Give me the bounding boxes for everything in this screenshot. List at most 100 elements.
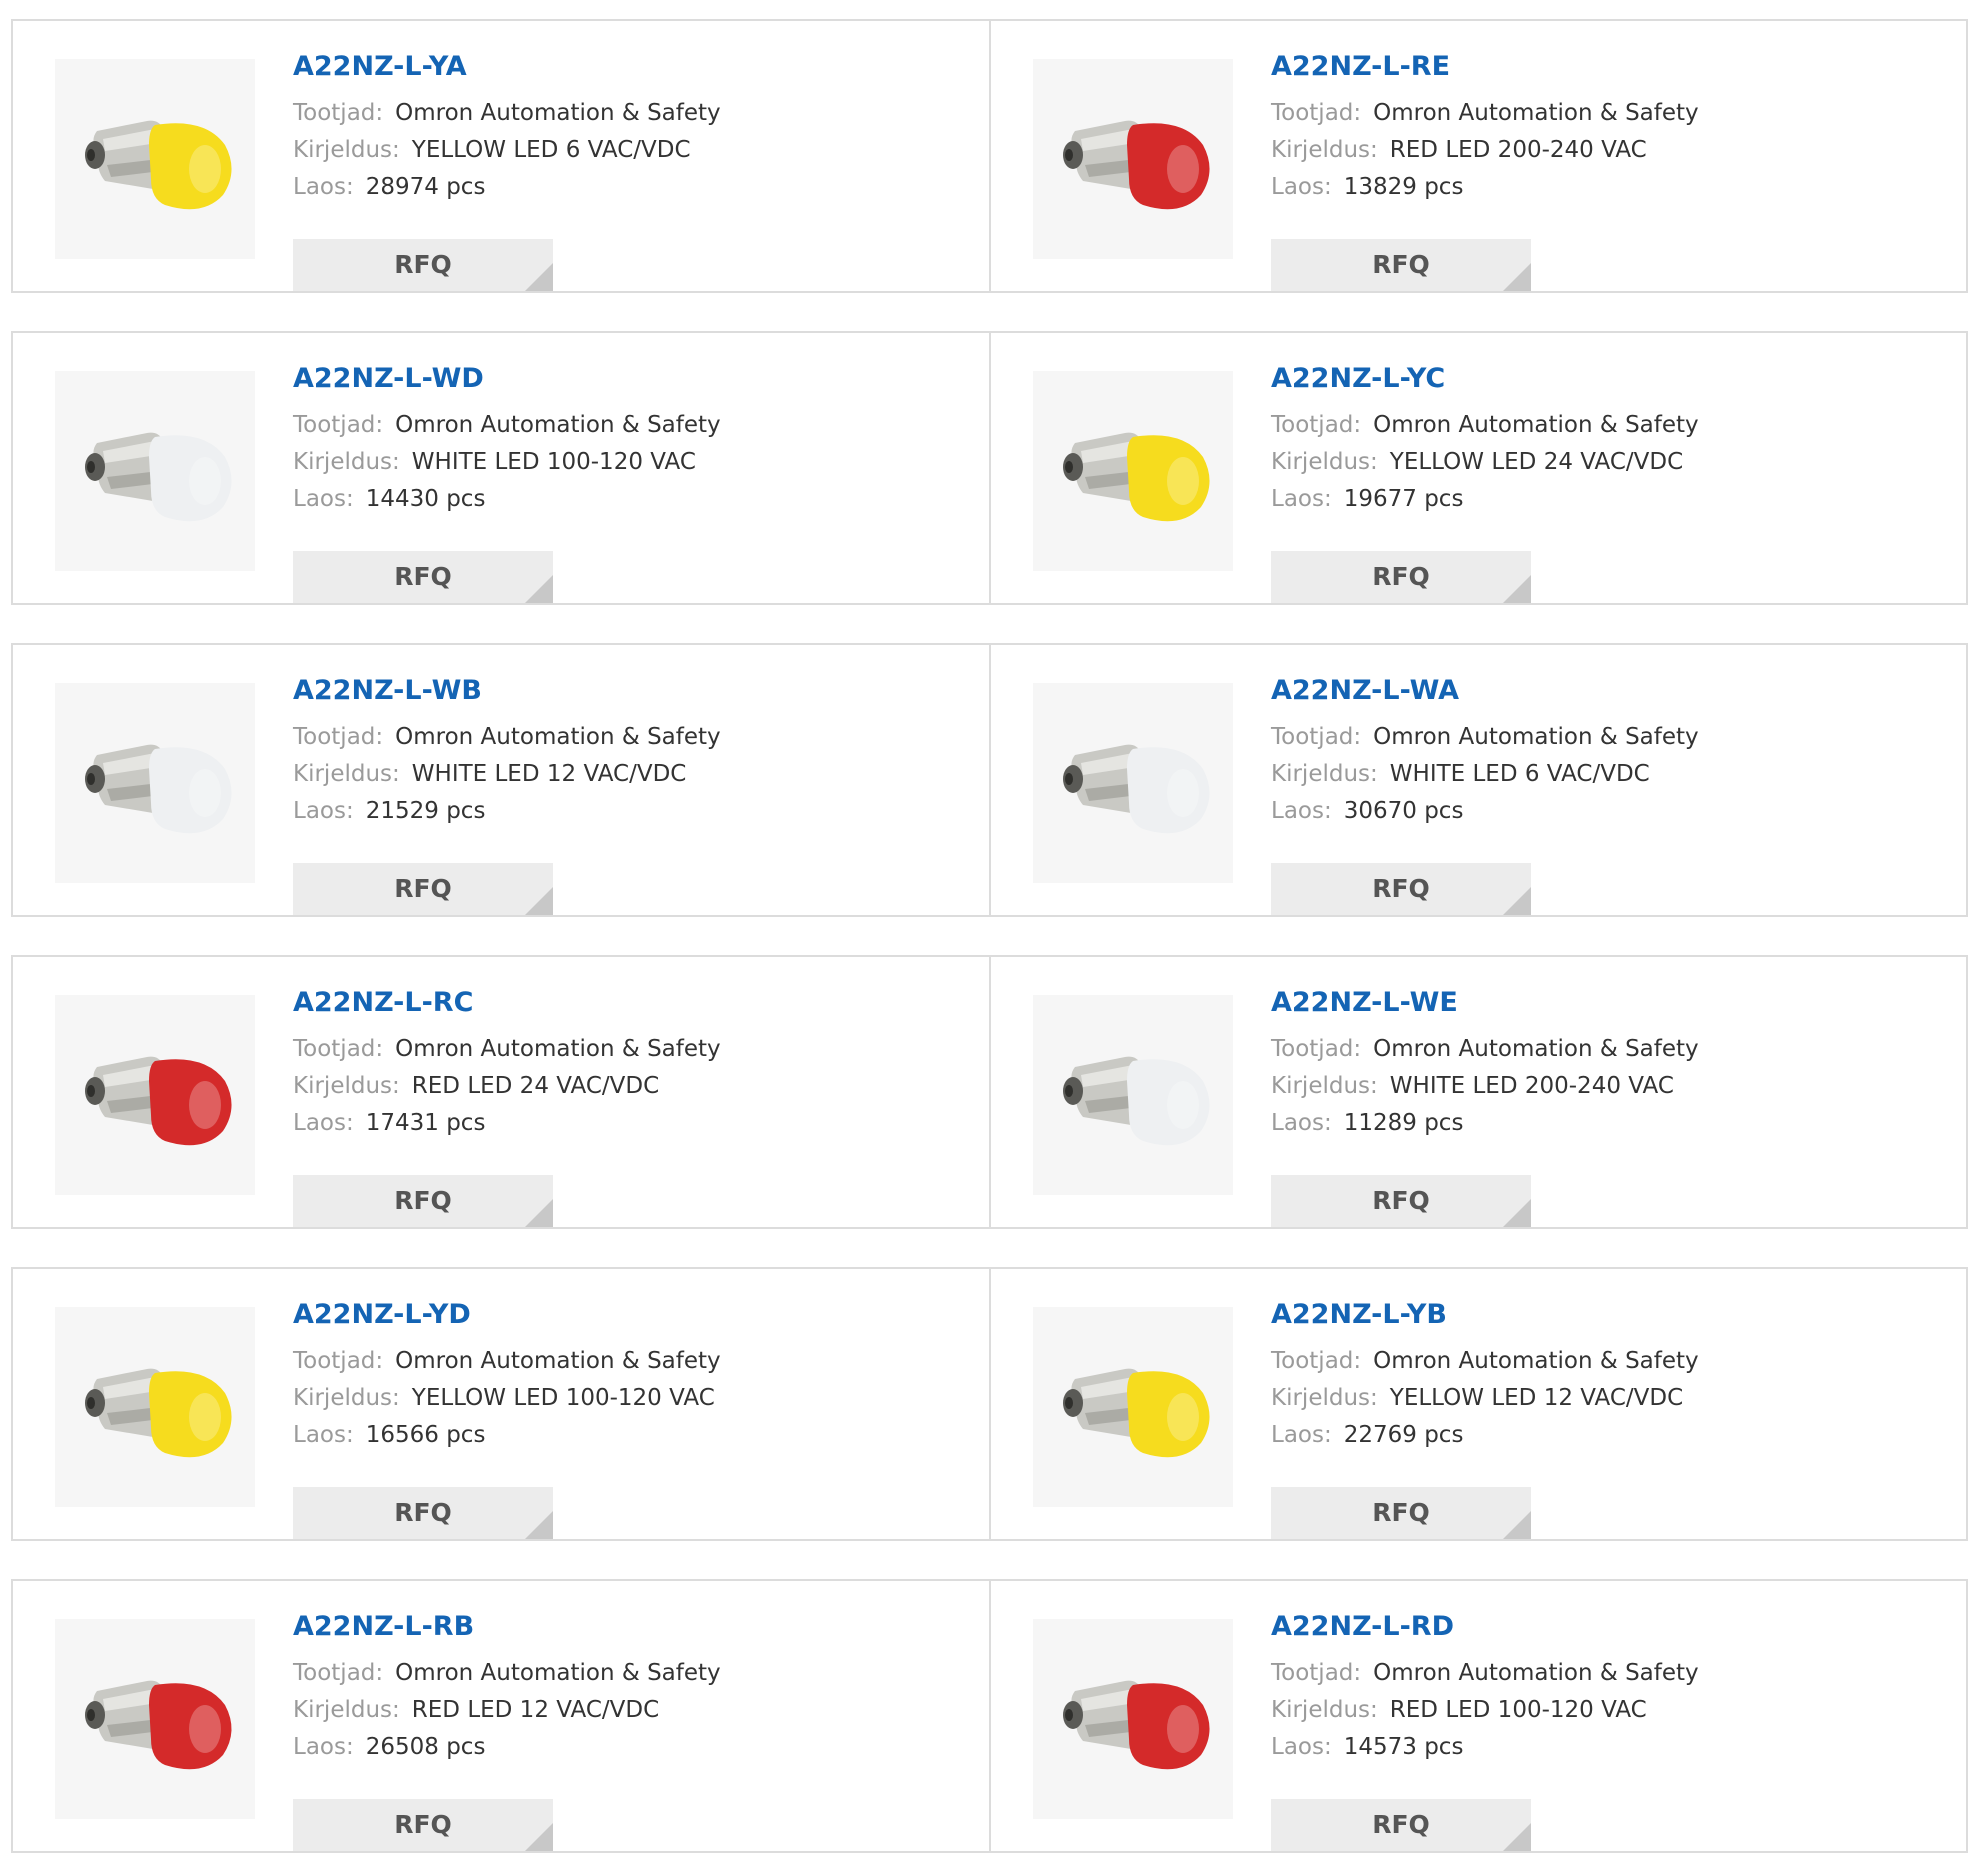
stock-line: Laos: 21529 pcs [293,793,933,830]
description-label: Kirjeldus: [293,137,400,163]
stock-line: Laos: 28974 pcs [293,169,933,206]
description-value: RED LED 100-120 VAC [1389,1697,1647,1723]
rfq-button[interactable]: RFQ [1271,1799,1531,1851]
product-info: A22NZ-L-YD Tootjad: Omron Automation & Sa… [293,1297,933,1539]
stock-value: 14430 pcs [365,486,486,512]
red-led-bulb-icon [1063,1680,1210,1770]
red-led-bulb-icon [85,1056,232,1146]
product-info: A22NZ-L-YC Tootjad: Omron Automation & Sa… [1271,361,1911,603]
product-row: A22NZ-L-WD Tootjad: Omron Automation & Sa… [11,331,1968,605]
rfq-button[interactable]: RFQ [293,551,553,603]
stock-value: 11289 pcs [1343,1110,1464,1136]
product-image[interactable] [55,371,255,571]
manufacturer-label: Tootjad: [1271,412,1362,438]
rfq-button[interactable]: RFQ [293,1799,553,1851]
white-led-bulb-icon [1063,744,1210,834]
manufacturer-line: Tootjad: Omron Automation & Safety [1271,1031,1911,1068]
manufacturer-line: Tootjad: Omron Automation & Safety [1271,1343,1911,1380]
manufacturer-label: Tootjad: [293,724,384,750]
stock-value: 16566 pcs [365,1422,486,1448]
product-row: A22NZ-L-WB Tootjad: Omron Automation & Sa… [11,643,1968,917]
part-number-link[interactable]: A22NZ-L-WD [293,361,933,397]
product-image[interactable] [55,1307,255,1507]
manufacturer-label: Tootjad: [1271,1036,1362,1062]
rfq-button[interactable]: RFQ [1271,863,1531,915]
rfq-button[interactable]: RFQ [293,863,553,915]
rfq-button[interactable]: RFQ [1271,551,1531,603]
stock-value: 14573 pcs [1343,1734,1464,1760]
product-image[interactable] [1033,995,1233,1195]
part-number-link[interactable]: A22NZ-L-RB [293,1609,933,1645]
description-value: YELLOW LED 12 VAC/VDC [1389,1385,1684,1411]
rfq-label: RFQ [1372,1186,1430,1215]
description-label: Kirjeldus: [293,1697,400,1723]
manufacturer-label: Tootjad: [293,412,384,438]
corner-fold-icon [1503,263,1531,291]
description-line: Kirjeldus: RED LED 200-240 VAC [1271,132,1911,169]
product-card: A22NZ-L-YC Tootjad: Omron Automation & Sa… [991,333,1968,603]
red-led-bulb-icon [85,1680,232,1770]
part-number-link[interactable]: A22NZ-L-WA [1271,673,1911,709]
product-image[interactable] [1033,1619,1233,1819]
product-info: A22NZ-L-YA Tootjad: Omron Automation & Sa… [293,49,933,291]
rfq-button[interactable]: RFQ [1271,1175,1531,1227]
product-image[interactable] [55,995,255,1195]
manufacturer-label: Tootjad: [293,1660,384,1686]
product-image[interactable] [55,59,255,259]
part-number-link[interactable]: A22NZ-L-RD [1271,1609,1911,1645]
stock-value: 28974 pcs [365,174,486,200]
product-card: A22NZ-L-RD Tootjad: Omron Automation & Sa… [991,1581,1968,1851]
product-image[interactable] [55,1619,255,1819]
product-image[interactable] [1033,1307,1233,1507]
stock-value: 26508 pcs [365,1734,486,1760]
rfq-label: RFQ [394,562,452,591]
stock-line: Laos: 13829 pcs [1271,169,1911,206]
description-value: YELLOW LED 100-120 VAC [411,1385,715,1411]
product-image[interactable] [1033,371,1233,571]
part-number-link[interactable]: A22NZ-L-YB [1271,1297,1911,1333]
corner-fold-icon [525,1199,553,1227]
manufacturer-label: Tootjad: [293,1348,384,1374]
yellow-led-bulb-icon [1063,1368,1210,1458]
manufacturer-value: Omron Automation & Safety [395,1660,721,1686]
part-number-link[interactable]: A22NZ-L-WB [293,673,933,709]
description-label: Kirjeldus: [1271,137,1378,163]
description-label: Kirjeldus: [293,1385,400,1411]
manufacturer-line: Tootjad: Omron Automation & Safety [1271,719,1911,756]
part-number-link[interactable]: A22NZ-L-YD [293,1297,933,1333]
part-number-link[interactable]: A22NZ-L-WE [1271,985,1911,1021]
part-number-link[interactable]: A22NZ-L-RC [293,985,933,1021]
rfq-button[interactable]: RFQ [1271,1487,1531,1539]
part-number-link[interactable]: A22NZ-L-YA [293,49,933,85]
rfq-label: RFQ [1372,1810,1430,1839]
white-led-bulb-icon [85,432,232,522]
rfq-button[interactable]: RFQ [293,239,553,291]
rfq-button[interactable]: RFQ [293,1487,553,1539]
manufacturer-value: Omron Automation & Safety [1373,412,1699,438]
part-number-link[interactable]: A22NZ-L-RE [1271,49,1911,85]
description-value: YELLOW LED 6 VAC/VDC [411,137,691,163]
manufacturer-value: Omron Automation & Safety [395,724,721,750]
product-row: A22NZ-L-RB Tootjad: Omron Automation & Sa… [11,1579,1968,1853]
part-number-link[interactable]: A22NZ-L-YC [1271,361,1911,397]
corner-fold-icon [1503,887,1531,915]
stock-label: Laos: [293,174,354,200]
description-value: YELLOW LED 24 VAC/VDC [1389,449,1684,475]
manufacturer-value: Omron Automation & Safety [1373,724,1699,750]
product-image[interactable] [55,683,255,883]
product-image[interactable] [1033,683,1233,883]
product-info: A22NZ-L-RB Tootjad: Omron Automation & Sa… [293,1609,933,1851]
stock-label: Laos: [293,1734,354,1760]
description-line: Kirjeldus: WHITE LED 6 VAC/VDC [1271,756,1911,793]
product-card: A22NZ-L-RB Tootjad: Omron Automation & Sa… [13,1581,991,1851]
stock-label: Laos: [1271,798,1332,824]
rfq-button[interactable]: RFQ [293,1175,553,1227]
manufacturer-line: Tootjad: Omron Automation & Safety [293,95,933,132]
rfq-button[interactable]: RFQ [1271,239,1531,291]
stock-label: Laos: [1271,174,1332,200]
stock-value: 13829 pcs [1343,174,1464,200]
product-row: A22NZ-L-YA Tootjad: Omron Automation & Sa… [11,19,1968,293]
product-image[interactable] [1033,59,1233,259]
description-line: Kirjeldus: RED LED 24 VAC/VDC [293,1068,933,1105]
description-label: Kirjeldus: [293,1073,400,1099]
